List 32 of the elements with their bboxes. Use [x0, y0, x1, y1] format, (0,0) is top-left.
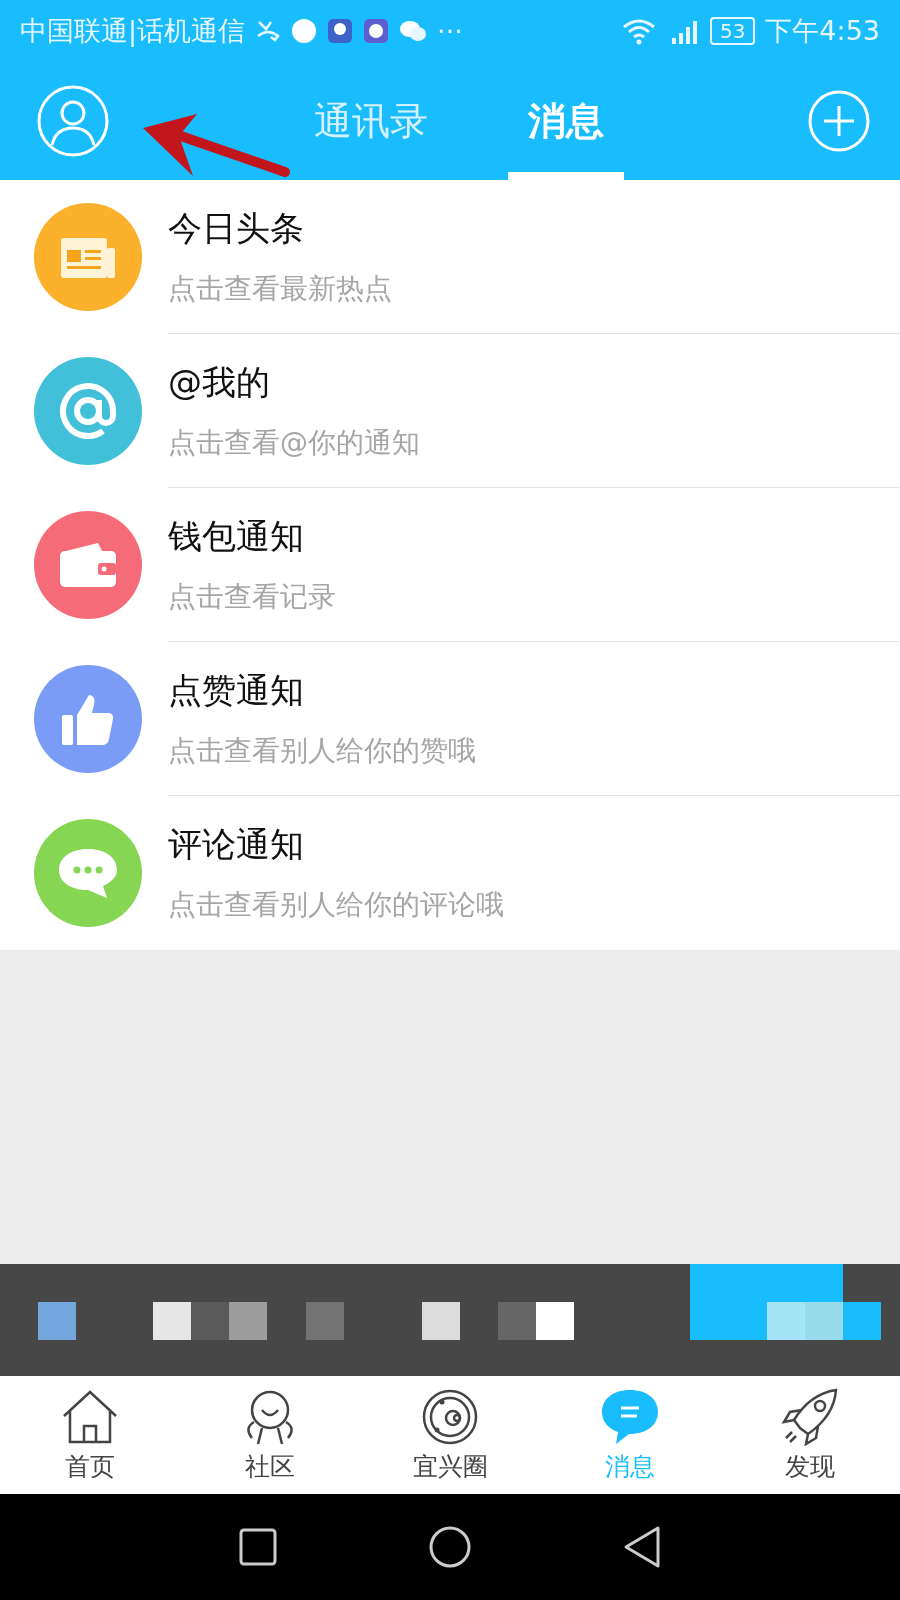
carrier-text: 中国联通|话机通信 [20, 14, 246, 49]
message-bubble-icon [599, 1387, 661, 1446]
message-title[interactable]: 今日头条 [168, 205, 900, 252]
clock-text: 下午4:53 [765, 14, 880, 48]
app-notification-icon [363, 18, 390, 44]
more-notifications-text: ··· [437, 15, 463, 47]
recent-apps-button[interactable] [238, 1527, 278, 1567]
message-title[interactable]: 点赞通知 [168, 667, 900, 714]
bottom-tab[interactable]: 首页 [0, 1376, 180, 1494]
at-sign-icon [57, 380, 119, 442]
battery-indicator: 53 [709, 17, 756, 45]
orbit-icon [420, 1387, 480, 1446]
message-subtitle: 点击查看记录 [168, 578, 337, 615]
message-title[interactable]: @我的 [168, 359, 900, 406]
bottom-tab[interactable]: 宜兴圈 [360, 1376, 540, 1494]
message-subtitle: 点击查看@你的通知 [168, 424, 421, 461]
app-notification-icon [291, 18, 318, 44]
message-subtitle: 点击查看别人给你的评论哦 [168, 887, 505, 923]
chat-app-icon [399, 19, 428, 43]
rocket-icon [780, 1387, 840, 1446]
app-notification-icon [327, 18, 354, 44]
back-button[interactable] [622, 1525, 662, 1569]
message-title[interactable]: 评论通知 [168, 822, 900, 868]
bottom-tab[interactable]: 社区 [180, 1376, 360, 1494]
home-button[interactable] [428, 1525, 472, 1569]
message-subtitle: 点击查看最新热点 [168, 270, 393, 307]
wallet-icon [58, 541, 118, 589]
message-title[interactable]: 钱包通知 [168, 513, 900, 560]
wifi-icon [621, 17, 656, 45]
message-subtitle: 点击查看别人给你的赞哦 [168, 732, 477, 769]
bottom-tab[interactable]: 发现 [720, 1376, 900, 1494]
missed-call-icon [255, 18, 282, 44]
